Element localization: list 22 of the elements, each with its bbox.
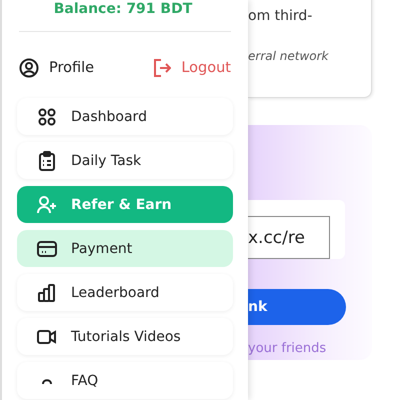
logout-link[interactable]: Logout [153, 59, 231, 77]
referral-link-field[interactable]: x.cc/re [248, 216, 330, 259]
card-icon [37, 240, 57, 256]
copy-link-button[interactable]: nk [248, 289, 346, 325]
menu-item[interactable]: FAQ [17, 362, 233, 399]
balance-text: Balance: 791 BDT [54, 0, 192, 18]
bar-chart-icon [38, 284, 56, 302]
clipboard-icon [39, 150, 55, 170]
menu-item[interactable]: Payment [17, 230, 233, 267]
profile-link[interactable]: Profile [19, 58, 94, 78]
info-text: om third- [248, 8, 314, 24]
info-note: erral network [248, 49, 330, 63]
menu-item[interactable]: Daily Task [17, 142, 233, 179]
profile-icon [19, 58, 39, 78]
menu-item[interactable]: Tutorials Videos [17, 318, 233, 355]
menu-item[interactable]: Leaderboard [17, 274, 233, 311]
video-camera-icon [37, 328, 57, 344]
share-note: your friends [248, 341, 328, 356]
grid-icon [38, 108, 56, 126]
logout-icon [153, 59, 172, 77]
menu-item[interactable]: Dashboard [17, 98, 233, 135]
add-user-icon [37, 196, 57, 214]
